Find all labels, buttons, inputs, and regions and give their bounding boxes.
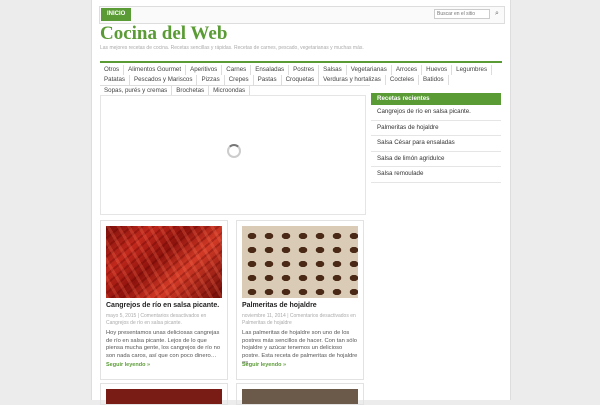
search-icon[interactable]: ⌕ xyxy=(493,10,501,18)
post-meta: noviembre 11, 2014 | Comentarios desacti… xyxy=(242,313,356,326)
menu-item[interactable]: Huevos xyxy=(422,65,453,75)
menu-item[interactable]: Carnes xyxy=(222,65,252,75)
menu-row-2: Patatas Pescados y Mariscos Pizzas Crepe… xyxy=(100,75,502,85)
menu-item[interactable]: Patatas xyxy=(100,75,130,85)
recent-post-link[interactable]: Palmeritas de hojaldre xyxy=(371,121,501,136)
menu-item[interactable]: Vegetarianas xyxy=(347,65,392,75)
post-card: Cangrejos de río en salsa picante. mayo … xyxy=(100,220,228,380)
post-thumbnail[interactable] xyxy=(242,226,358,298)
menu-item[interactable]: Aperitivos xyxy=(186,65,223,75)
menu-item[interactable]: Alimentos Gourmet xyxy=(124,65,187,75)
menu-item[interactable]: Otros xyxy=(100,65,125,75)
post-meta: mayo 5, 2015 | Comentarios desactivados … xyxy=(106,313,207,326)
loading-spinner-icon xyxy=(227,144,241,158)
recent-post-link[interactable]: Cangrejos de río en salsa picante. xyxy=(371,105,501,121)
sidebar: Recetas recientes Cangrejos de río en sa… xyxy=(371,93,501,183)
menu-item[interactable]: Pastas xyxy=(254,75,282,85)
post-date[interactable]: noviembre 11, 2014 xyxy=(242,313,286,319)
post-card xyxy=(236,383,364,405)
recent-post-link[interactable]: Salsa remoulade xyxy=(371,167,501,183)
menu-item[interactable]: Arroces xyxy=(392,65,423,75)
post-excerpt: Hoy presentamos unas deliciosas cangreja… xyxy=(106,330,221,359)
menu-row-1: Otros Alimentos Gourmet Aperitivos Carne… xyxy=(100,65,502,75)
menu-item[interactable]: Postres xyxy=(289,65,320,75)
post-card: Palmeritas de hojaldre noviembre 11, 201… xyxy=(236,220,364,380)
search-input[interactable] xyxy=(434,9,490,19)
menu-item[interactable]: Crepes xyxy=(225,75,254,85)
site-description: Las mejores recetas de cocina. Recetas s… xyxy=(100,45,364,51)
menu-item[interactable]: Verduras y hortalizas xyxy=(319,75,386,85)
post-title[interactable]: Palmeritas de hojaldre xyxy=(242,302,358,309)
top-bar: INICIO ⌕ xyxy=(99,6,505,24)
menu-item[interactable]: Salsas xyxy=(319,65,347,75)
menu-item[interactable]: Ensaladas xyxy=(251,65,290,75)
menu-item[interactable]: Pescados y Mariscos xyxy=(130,75,198,85)
post-thumbnail[interactable] xyxy=(106,226,222,298)
menu-item[interactable]: Batidos xyxy=(419,75,449,85)
widget-title: Recetas recientes xyxy=(371,93,501,105)
read-more-link[interactable]: Seguir leyendo » xyxy=(242,362,286,368)
menu-item[interactable]: Croquetas xyxy=(282,75,320,85)
post-thumbnail[interactable] xyxy=(106,389,222,404)
recent-post-link[interactable]: Salsa César para ensaladas xyxy=(371,136,501,152)
nav-home-link[interactable]: INICIO xyxy=(101,8,132,21)
recent-posts-list: Cangrejos de río en salsa picante. Palme… xyxy=(371,105,501,183)
category-menu: Otros Alimentos Gourmet Aperitivos Carne… xyxy=(100,61,502,97)
page: INICIO ⌕ Cocina del Web Las mejores rece… xyxy=(91,0,511,405)
menu-item[interactable]: Cocteles xyxy=(386,75,419,85)
menu-item[interactable]: Legumbres xyxy=(452,65,493,75)
menu-item[interactable]: Pizzas xyxy=(197,75,225,85)
read-more-link[interactable]: Seguir leyendo » xyxy=(106,362,150,368)
post-date[interactable]: mayo 5, 2015 xyxy=(106,313,136,319)
post-thumbnail[interactable] xyxy=(242,389,358,404)
site-title[interactable]: Cocina del Web xyxy=(100,23,227,45)
video-player[interactable] xyxy=(100,95,366,215)
recent-post-link[interactable]: Salsa de limón agridulce xyxy=(371,152,501,167)
post-title[interactable]: Cangrejos de río en salsa picante. xyxy=(106,302,222,309)
post-card xyxy=(100,383,228,405)
